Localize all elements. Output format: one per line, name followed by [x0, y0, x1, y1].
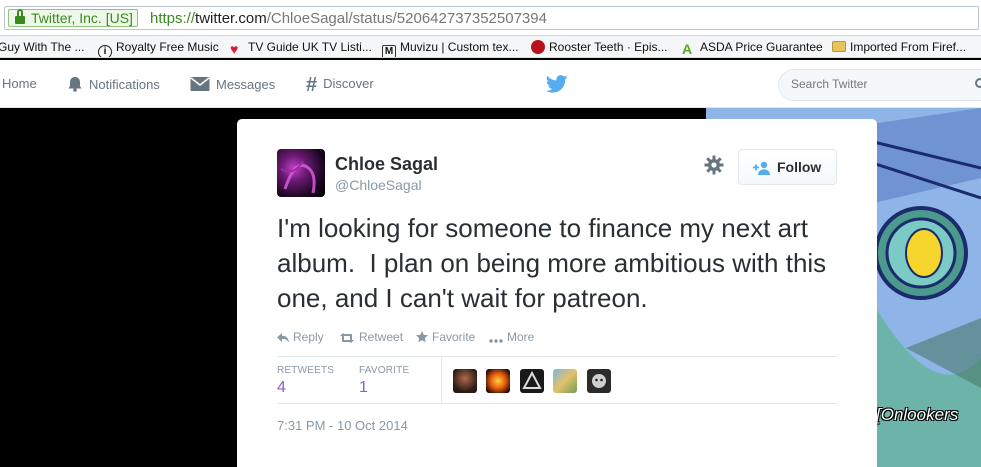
hashtag-icon: # [306, 74, 318, 96]
more-action[interactable]: More [489, 329, 534, 347]
star-icon [416, 331, 428, 347]
nav-notifications[interactable]: Notifications [67, 76, 160, 96]
more-label: More [507, 330, 535, 344]
m-icon: M [382, 45, 396, 57]
bookmark-label: Guy With The ... [0, 40, 85, 54]
nav-notifications-label: Notifications [89, 77, 160, 92]
tweet-text: I'm looking for someone to finance my ne… [277, 213, 834, 313]
retweets-count: 4 [277, 379, 286, 396]
nav-discover[interactable]: # Discover [306, 74, 374, 96]
bookmark-label: Muvizu | Custom tex... [400, 40, 519, 54]
retweets-stat[interactable]: RETWEETS 4 [277, 365, 334, 397]
bookmark-item[interactable]: Rooster Teeth · Epis... [531, 39, 668, 55]
reply-icon [277, 331, 289, 347]
browser-url-bar: Twitter, Inc. [US] https://twitter.com/C… [0, 0, 981, 36]
bookmark-item[interactable]: i Royalty Free Music [98, 39, 219, 57]
bookmark-label: ASDA Price Guarantee [700, 40, 823, 54]
bookmarks-bar: Guy With The ... i Royalty Free Music ♥ TV… [0, 36, 981, 58]
bookmark-label: TV Guide UK TV Listi... [248, 40, 372, 54]
favoriter-avatar[interactable] [453, 369, 477, 393]
url-path: /ChloeSagal/status/520642737352507394 [266, 10, 547, 27]
favorite-action[interactable]: Favorite [416, 329, 475, 347]
search-input[interactable] [791, 77, 971, 91]
tweet-card: Chloe Sagal @ChloeSagal Follow I'm looki… [237, 119, 877, 467]
reply-action[interactable]: Reply [277, 329, 324, 347]
nav-home[interactable]: Home [2, 76, 37, 92]
follow-button[interactable]: Follow [738, 149, 837, 185]
add-user-icon [753, 161, 771, 178]
rooster-icon [531, 40, 545, 54]
follow-button-label: Follow [777, 159, 822, 175]
bell-icon [67, 76, 83, 96]
folder-icon [832, 41, 846, 52]
favorites-stat-label: FAVORITE [359, 365, 410, 376]
favorite-label: Favorite [432, 330, 476, 344]
user-handle[interactable]: @ChloeSagal [335, 177, 422, 193]
bookmark-item[interactable]: M Muvizu | Custom tex... [382, 39, 519, 57]
avatar[interactable] [277, 149, 325, 197]
twitter-bird-icon[interactable] [545, 75, 568, 98]
reply-label: Reply [293, 330, 324, 344]
favoriter-avatar[interactable] [586, 369, 611, 393]
envelope-icon [190, 76, 210, 96]
retweets-stat-label: RETWEETS [277, 365, 335, 376]
favoriter-avatar[interactable] [486, 369, 511, 393]
bookmark-item[interactable]: Guy With The ... [0, 39, 84, 55]
background-caption: [Onlookers [876, 405, 959, 424]
favoriter-avatar[interactable] [553, 369, 578, 393]
user-fullname[interactable]: Chloe Sagal [335, 154, 438, 175]
bookmark-item[interactable]: ♥ TV Guide UK TV Listi... [230, 39, 372, 56]
nav-messages[interactable]: Messages [190, 76, 275, 96]
more-dots-icon [489, 331, 503, 347]
favoriter-avatar[interactable] [519, 369, 544, 393]
stats-divider [441, 357, 442, 404]
bookmark-label: Rooster Teeth · Epis... [549, 40, 668, 54]
favoriter-avatars [453, 369, 616, 393]
retweet-label: Retweet [359, 330, 404, 344]
asda-icon: A [682, 41, 693, 57]
bookmark-item[interactable]: Imported From Firef... [832, 39, 966, 55]
favorites-count: 1 [359, 379, 368, 396]
gear-icon[interactable] [704, 155, 724, 180]
nav-messages-label: Messages [216, 77, 276, 92]
tweet-stats: RETWEETS 4 FAVORITE 1 [277, 356, 838, 404]
retweet-action[interactable]: Retweet [339, 329, 403, 347]
tweet-timestamp[interactable]: 7:31 PM - 10 Oct 2014 [277, 418, 408, 433]
url-text[interactable]: https://twitter.com/ChloeSagal/status/52… [150, 10, 547, 27]
url-host: twitter.com [195, 10, 267, 27]
retweet-icon [339, 331, 355, 347]
info-icon: i [98, 45, 112, 57]
twitter-top-nav: Home Notifications Messages # Discover [0, 60, 981, 108]
nav-home-label: Home [2, 76, 37, 91]
bookmark-item[interactable]: A ASDA Price Guarantee [682, 39, 823, 56]
lock-icon [15, 9, 25, 24]
bookmark-label: Imported From Firef... [850, 40, 967, 54]
search-icon[interactable] [975, 78, 981, 88]
nav-discover-label: Discover [323, 76, 374, 91]
url-scheme: https:// [150, 10, 196, 27]
favorites-stat[interactable]: FAVORITE 1 [359, 365, 409, 397]
search-box[interactable] [778, 69, 981, 101]
address-field[interactable]: Twitter, Inc. [US] https://twitter.com/C… [4, 6, 979, 30]
bookmark-label: Royalty Free Music [116, 40, 219, 54]
site-identity-label: Twitter, Inc. [US] [31, 10, 133, 26]
site-identity-badge[interactable]: Twitter, Inc. [US] [8, 9, 138, 27]
heart-icon: ♥ [230, 41, 239, 57]
